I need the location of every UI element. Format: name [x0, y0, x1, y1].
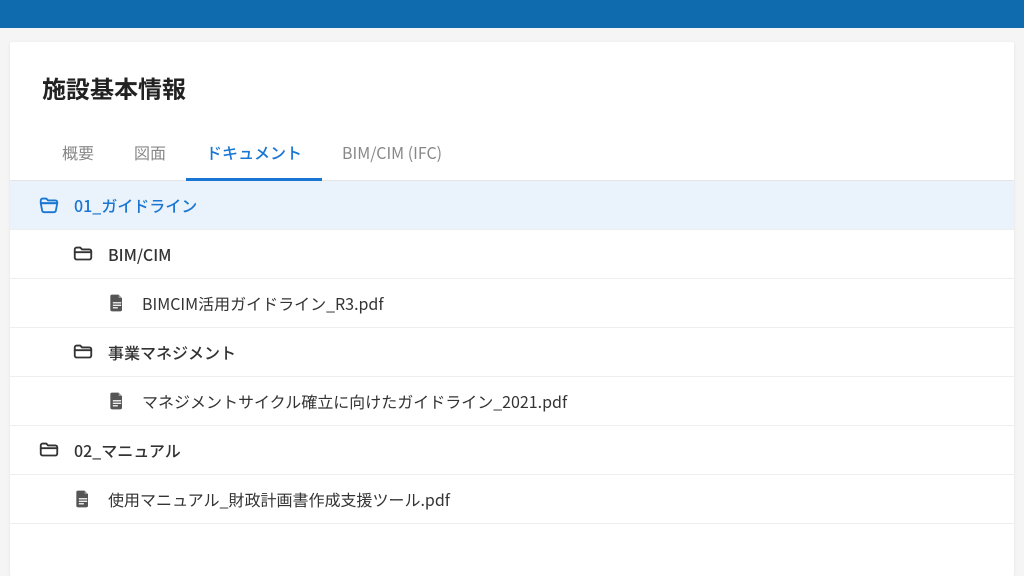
tree-file[interactable]: BIMCIM活用ガイドライン_R3.pdf — [10, 279, 1014, 328]
file-icon — [106, 390, 128, 412]
main-card: 施設基本情報 概要 図面 ドキュメント BIM/CIM (IFC) 01_ガイド… — [10, 42, 1014, 576]
tab-drawings[interactable]: 図面 — [114, 126, 186, 181]
tree-folder[interactable]: 02_マニュアル — [10, 426, 1014, 475]
tree-item-label: 事業マネジメント — [108, 340, 236, 364]
tree-item-label: 01_ガイドライン — [74, 193, 197, 217]
folder-open-icon — [38, 194, 60, 216]
tab-documents[interactable]: ドキュメント — [186, 126, 322, 181]
tree-item-label: 02_マニュアル — [74, 438, 181, 462]
file-icon — [72, 488, 94, 510]
folder-icon — [72, 243, 94, 265]
tab-overview[interactable]: 概要 — [42, 126, 114, 181]
tabs: 概要 図面 ドキュメント BIM/CIM (IFC) — [10, 125, 1014, 181]
folder-icon — [38, 439, 60, 461]
tree-folder[interactable]: 01_ガイドライン — [10, 181, 1014, 230]
tree-folder[interactable]: BIM/CIM — [10, 230, 1014, 279]
tree-item-label: BIMCIM活用ガイドライン_R3.pdf — [142, 291, 384, 315]
document-tree: 01_ガイドライン BIM/CIM BIMCIM活 — [10, 181, 1014, 524]
tree-item-label: 使用マニュアル_財政計画書作成支援ツール.pdf — [108, 487, 450, 511]
tree-item-label: マネジメントサイクル確立に向けたガイドライン_2021.pdf — [142, 389, 567, 413]
tab-bimcim[interactable]: BIM/CIM (IFC) — [322, 126, 462, 181]
folder-icon — [72, 341, 94, 363]
tree-file[interactable]: マネジメントサイクル確立に向けたガイドライン_2021.pdf — [10, 377, 1014, 426]
tree-item-label: BIM/CIM — [108, 242, 171, 266]
tree-folder[interactable]: 事業マネジメント — [10, 328, 1014, 377]
top-bar — [0, 0, 1024, 28]
page-title: 施設基本情報 — [10, 42, 1014, 125]
file-icon — [106, 292, 128, 314]
tree-file[interactable]: 使用マニュアル_財政計画書作成支援ツール.pdf — [10, 475, 1014, 524]
